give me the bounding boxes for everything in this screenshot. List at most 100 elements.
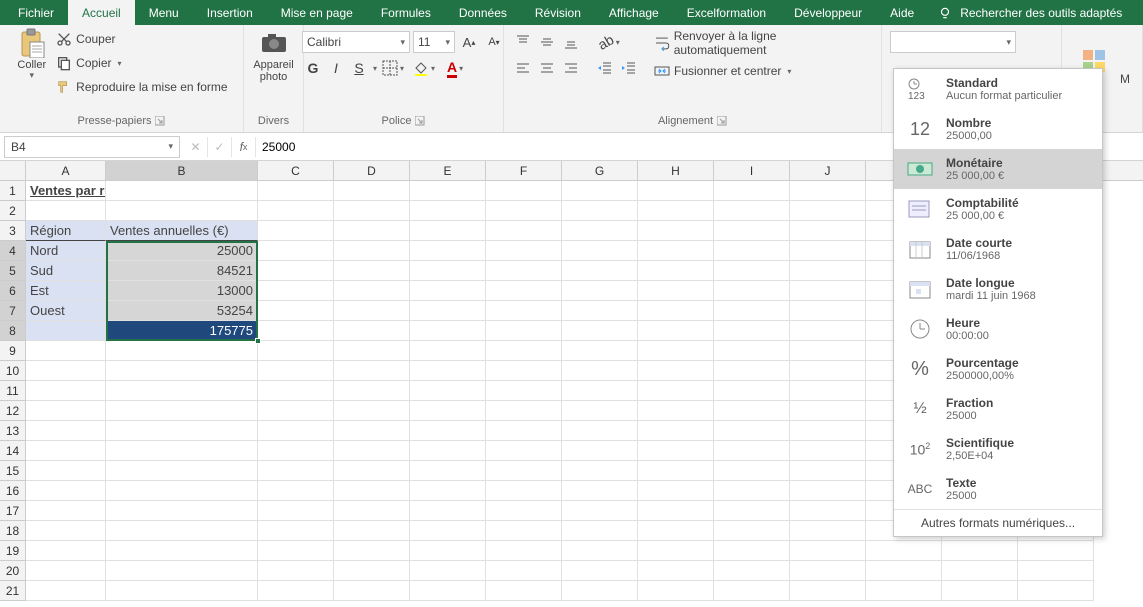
cell-I18[interactable] — [714, 521, 790, 541]
cell-J3[interactable] — [790, 221, 866, 241]
dialog-launcher-icon[interactable] — [155, 116, 165, 126]
cell-F8[interactable] — [486, 321, 562, 341]
cell-L21[interactable] — [942, 581, 1018, 601]
cell-E1[interactable] — [410, 181, 486, 201]
cell-A4[interactable]: Nord — [26, 241, 106, 261]
row-header-18[interactable]: 18 — [0, 521, 26, 541]
format-option-nombre[interactable]: 12Nombre25000,00 — [894, 109, 1102, 149]
cell-G5[interactable] — [562, 261, 638, 281]
col-header-C[interactable]: C — [258, 161, 334, 180]
cell-E5[interactable] — [410, 261, 486, 281]
row-header-19[interactable]: 19 — [0, 541, 26, 561]
cell-C12[interactable] — [258, 401, 334, 421]
cell-J18[interactable] — [790, 521, 866, 541]
cell-D7[interactable] — [334, 301, 410, 321]
cell-B2[interactable] — [106, 201, 258, 221]
cell-I4[interactable] — [714, 241, 790, 261]
row-header-5[interactable]: 5 — [0, 261, 26, 281]
cell-F21[interactable] — [486, 581, 562, 601]
cell-E15[interactable] — [410, 461, 486, 481]
cell-A16[interactable] — [26, 481, 106, 501]
underline-button[interactable]: S — [348, 57, 370, 79]
cell-D21[interactable] — [334, 581, 410, 601]
italic-button[interactable]: I — [325, 57, 347, 79]
format-option-date-longue[interactable]: Date longuemardi 11 juin 1968 — [894, 269, 1102, 309]
col-header-I[interactable]: I — [714, 161, 790, 180]
cell-J6[interactable] — [790, 281, 866, 301]
cell-D10[interactable] — [334, 361, 410, 381]
copy-button[interactable]: Copier ▾ — [52, 51, 231, 75]
cell-M19[interactable] — [1018, 541, 1094, 561]
cell-E4[interactable] — [410, 241, 486, 261]
cell-A1[interactable]: Ventes par région : — [26, 181, 106, 201]
cell-K21[interactable] — [866, 581, 942, 601]
tab-excelformation[interactable]: Excelformation — [673, 0, 780, 25]
cell-B10[interactable] — [106, 361, 258, 381]
cell-F10[interactable] — [486, 361, 562, 381]
cell-C19[interactable] — [258, 541, 334, 561]
cell-G17[interactable] — [562, 501, 638, 521]
tab-affichage[interactable]: Affichage — [595, 0, 673, 25]
cell-A5[interactable]: Sud — [26, 261, 106, 281]
cell-B3[interactable]: Ventes annuelles (€) — [106, 221, 258, 241]
cell-A18[interactable] — [26, 521, 106, 541]
cell-E11[interactable] — [410, 381, 486, 401]
row-header-6[interactable]: 6 — [0, 281, 26, 301]
cell-E13[interactable] — [410, 421, 486, 441]
cell-I6[interactable] — [714, 281, 790, 301]
cell-D9[interactable] — [334, 341, 410, 361]
cell-C3[interactable] — [258, 221, 334, 241]
format-option-date-courte[interactable]: Date courte11/06/1968 — [894, 229, 1102, 269]
cell-F12[interactable] — [486, 401, 562, 421]
cell-I19[interactable] — [714, 541, 790, 561]
cut-button[interactable]: Couper — [52, 27, 231, 51]
cell-G21[interactable] — [562, 581, 638, 601]
align-bottom-button[interactable] — [560, 31, 582, 53]
align-right-button[interactable] — [560, 57, 582, 79]
col-header-A[interactable]: A — [26, 161, 106, 180]
cell-G7[interactable] — [562, 301, 638, 321]
cell-F2[interactable] — [486, 201, 562, 221]
cell-E3[interactable] — [410, 221, 486, 241]
cell-C10[interactable] — [258, 361, 334, 381]
dialog-launcher-icon[interactable] — [717, 116, 727, 126]
cell-B18[interactable] — [106, 521, 258, 541]
increase-font-button[interactable]: A▴ — [458, 31, 480, 53]
cell-C6[interactable] — [258, 281, 334, 301]
cell-D18[interactable] — [334, 521, 410, 541]
cell-E20[interactable] — [410, 561, 486, 581]
cell-D2[interactable] — [334, 201, 410, 221]
cell-A11[interactable] — [26, 381, 106, 401]
tab-donnees[interactable]: Données — [445, 0, 521, 25]
cell-A17[interactable] — [26, 501, 106, 521]
cell-I20[interactable] — [714, 561, 790, 581]
cell-J8[interactable] — [790, 321, 866, 341]
cell-B4[interactable]: 25000 — [106, 241, 258, 261]
cell-I21[interactable] — [714, 581, 790, 601]
cell-H18[interactable] — [638, 521, 714, 541]
cell-E2[interactable] — [410, 201, 486, 221]
cell-F9[interactable] — [486, 341, 562, 361]
cell-G8[interactable] — [562, 321, 638, 341]
cell-E16[interactable] — [410, 481, 486, 501]
cell-F6[interactable] — [486, 281, 562, 301]
cell-D15[interactable] — [334, 461, 410, 481]
cell-C20[interactable] — [258, 561, 334, 581]
cell-A14[interactable] — [26, 441, 106, 461]
cell-L20[interactable] — [942, 561, 1018, 581]
cell-I12[interactable] — [714, 401, 790, 421]
cell-F3[interactable] — [486, 221, 562, 241]
cell-E10[interactable] — [410, 361, 486, 381]
cell-B9[interactable] — [106, 341, 258, 361]
cell-D1[interactable] — [334, 181, 410, 201]
cell-G9[interactable] — [562, 341, 638, 361]
tab-aide[interactable]: Aide — [876, 0, 928, 25]
format-option-fraction[interactable]: ½Fraction25000 — [894, 389, 1102, 429]
cell-I5[interactable] — [714, 261, 790, 281]
cell-J15[interactable] — [790, 461, 866, 481]
cell-H21[interactable] — [638, 581, 714, 601]
cell-J10[interactable] — [790, 361, 866, 381]
cell-F4[interactable] — [486, 241, 562, 261]
cell-A10[interactable] — [26, 361, 106, 381]
fill-color-button[interactable]: ▾ — [409, 57, 439, 79]
